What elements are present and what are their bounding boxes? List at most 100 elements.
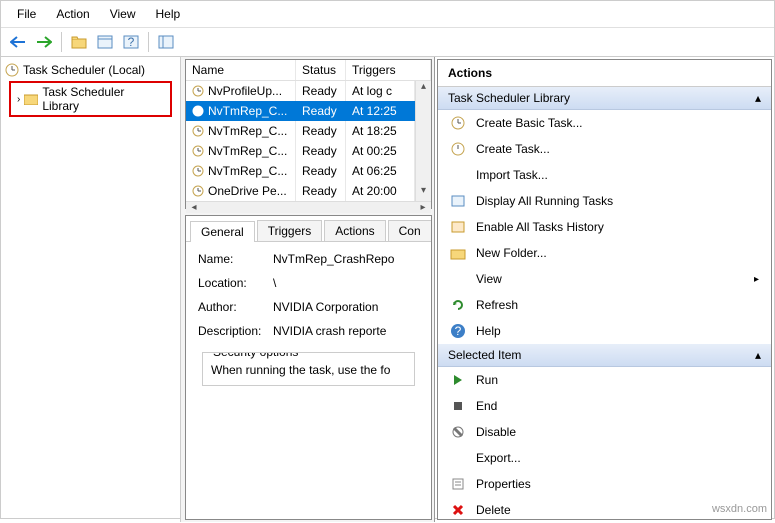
- tab-triggers[interactable]: Triggers: [257, 220, 323, 241]
- back-button[interactable]: [7, 31, 29, 53]
- delete-icon: [450, 502, 466, 518]
- action-create-basic-task[interactable]: Create Basic Task...: [438, 110, 771, 136]
- toolbar: ?: [1, 28, 774, 57]
- action-view[interactable]: View ▸: [438, 266, 771, 292]
- action-disable[interactable]: Disable: [438, 419, 771, 445]
- action-new-folder[interactable]: New Folder...: [438, 240, 771, 266]
- action-refresh[interactable]: Refresh: [438, 292, 771, 318]
- clock-icon: [192, 145, 204, 157]
- action-help[interactable]: ? Help: [438, 318, 771, 344]
- table-row[interactable]: NvProfileUp...ReadyAt log c: [186, 81, 415, 101]
- table-row[interactable]: NvTmRep_C...ReadyAt 00:25: [186, 141, 415, 161]
- action-label: End: [476, 399, 497, 413]
- tab-general[interactable]: General: [190, 221, 255, 242]
- tree-root[interactable]: Task Scheduler (Local): [3, 61, 178, 79]
- vertical-scrollbar[interactable]: ▴▾: [415, 81, 431, 201]
- security-options: Security options When running the task, …: [202, 352, 415, 386]
- task-name: NvProfileUp...: [208, 84, 282, 98]
- action-label: Delete: [476, 503, 511, 517]
- menu-file[interactable]: File: [7, 4, 46, 24]
- action-create-task[interactable]: Create Task...: [438, 136, 771, 162]
- action-enable-history[interactable]: Enable All Tasks History: [438, 214, 771, 240]
- view-icon: [450, 271, 466, 287]
- toolbar-separator: [148, 32, 149, 52]
- section-library-label: Task Scheduler Library: [448, 91, 570, 105]
- action-properties[interactable]: Properties: [438, 471, 771, 497]
- value-description: NVIDIA crash reporte: [273, 324, 419, 338]
- action-label: New Folder...: [476, 246, 547, 260]
- submenu-arrow-icon: ▸: [754, 274, 759, 285]
- folder-up-button[interactable]: [68, 31, 90, 53]
- col-name[interactable]: Name: [186, 60, 296, 80]
- security-legend: Security options: [209, 352, 302, 359]
- task-trigger: At 00:25: [346, 141, 415, 161]
- navigation-tree: Task Scheduler (Local) › Task Scheduler …: [1, 57, 181, 522]
- section-selected-label: Selected Item: [448, 348, 521, 362]
- horizontal-scrollbar[interactable]: ◂▸: [186, 201, 431, 213]
- value-author: NVIDIA Corporation: [273, 300, 419, 314]
- menu-view[interactable]: View: [100, 4, 146, 24]
- task-list: Name Status Triggers NvProfileUp...Ready…: [185, 59, 432, 209]
- task-trigger: At log c: [346, 81, 415, 101]
- svg-text:?: ?: [455, 324, 462, 338]
- collapse-icon: ▴: [755, 348, 761, 362]
- label-name: Name:: [198, 252, 273, 266]
- task-status: Ready: [296, 181, 346, 201]
- task-icon: [450, 141, 466, 157]
- action-label: Refresh: [476, 298, 518, 312]
- value-name: NvTmRep_CrashRepo: [273, 252, 419, 266]
- help-button[interactable]: ?: [120, 31, 142, 53]
- table-row[interactable]: OneDrive Pe... ReadyAt 20:00: [186, 181, 415, 201]
- tab-conditions[interactable]: Con: [388, 220, 432, 241]
- action-label: Run: [476, 373, 498, 387]
- clock-icon: [192, 185, 204, 197]
- tab-actions[interactable]: Actions: [324, 220, 385, 241]
- action-label: Help: [476, 324, 501, 338]
- col-status[interactable]: Status: [296, 60, 346, 80]
- chevron-right-icon: ›: [17, 94, 20, 105]
- task-status: Ready: [296, 161, 346, 181]
- action-label: Disable: [476, 425, 516, 439]
- clock-icon: [5, 63, 19, 77]
- table-row[interactable]: NvTmRep_C...ReadyAt 18:25: [186, 121, 415, 141]
- toolbar-btn-2[interactable]: [155, 31, 177, 53]
- action-label: Display All Running Tasks: [476, 194, 613, 208]
- task-details: General Triggers Actions Con ◂ ▸ Name:Nv…: [185, 215, 432, 520]
- task-name: OneDrive Pe...: [208, 184, 287, 198]
- task-trigger: At 20:00: [346, 181, 415, 201]
- toolbar-btn-1[interactable]: [94, 31, 116, 53]
- action-label: Create Basic Task...: [476, 116, 583, 130]
- table-row[interactable]: NvTmRep_C...ReadyAt 12:25: [186, 101, 415, 121]
- action-label: View: [476, 272, 502, 286]
- action-end[interactable]: End: [438, 393, 771, 419]
- svg-text:?: ?: [128, 35, 135, 49]
- table-row[interactable]: NvTmRep_C...ReadyAt 06:25: [186, 161, 415, 181]
- disable-icon: [450, 424, 466, 440]
- label-description: Description:: [198, 324, 273, 338]
- menu-help[interactable]: Help: [146, 4, 191, 24]
- action-display-running[interactable]: Display All Running Tasks: [438, 188, 771, 214]
- tree-library[interactable]: › Task Scheduler Library: [9, 81, 172, 117]
- actions-header: Actions: [438, 60, 771, 87]
- column-headers: Name Status Triggers: [186, 60, 431, 81]
- label-author: Author:: [198, 300, 273, 314]
- menu-bar: File Action View Help: [1, 1, 774, 28]
- section-library[interactable]: Task Scheduler Library ▴: [438, 87, 771, 110]
- section-selected-item[interactable]: Selected Item ▴: [438, 344, 771, 367]
- task-status: Ready: [296, 121, 346, 141]
- history-icon: [450, 219, 466, 235]
- action-run[interactable]: Run: [438, 367, 771, 393]
- action-export[interactable]: Export...: [438, 445, 771, 471]
- action-import-task[interactable]: Import Task...: [438, 162, 771, 188]
- menu-action[interactable]: Action: [46, 4, 99, 24]
- col-triggers[interactable]: Triggers: [346, 60, 431, 80]
- forward-button[interactable]: [33, 31, 55, 53]
- task-name: NvTmRep_C...: [208, 144, 287, 158]
- clock-icon: [192, 165, 204, 177]
- refresh-icon: [450, 297, 466, 313]
- task-name: NvTmRep_C...: [208, 104, 287, 118]
- task-name: NvTmRep_C...: [208, 164, 287, 178]
- label-location: Location:: [198, 276, 273, 290]
- clock-icon: [192, 105, 204, 117]
- center-panel: Name Status Triggers NvProfileUp...Ready…: [181, 57, 435, 522]
